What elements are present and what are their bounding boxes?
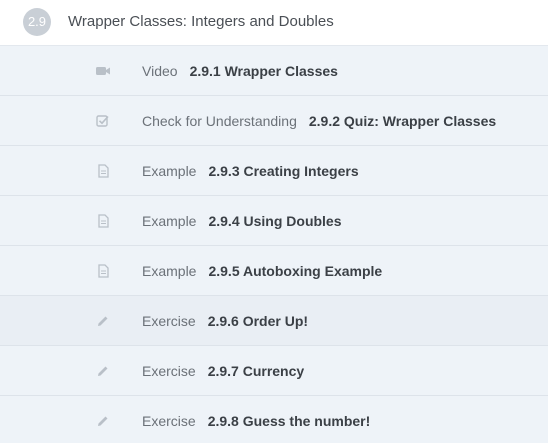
lesson-type: Check for Understanding xyxy=(142,113,297,129)
lesson-item[interactable]: Video 2.9.1 Wrapper Classes xyxy=(0,46,548,96)
document-icon xyxy=(95,264,111,278)
module-title[interactable]: Wrapper Classes: Integers and Doubles xyxy=(68,13,334,30)
lesson-name[interactable]: 2.9.6 Order Up! xyxy=(208,313,308,329)
checkbox-icon xyxy=(95,114,111,128)
course-outline: 2.9 Wrapper Classes: Integers and Double… xyxy=(0,0,548,443)
lesson-type: Exercise xyxy=(142,413,196,429)
lesson-name[interactable]: 2.9.2 Quiz: Wrapper Classes xyxy=(309,113,496,129)
lesson-item[interactable]: Exercise 2.9.6 Order Up! xyxy=(0,296,548,346)
pencil-icon xyxy=(95,364,111,378)
lesson-item[interactable]: Example 2.9.4 Using Doubles xyxy=(0,196,548,246)
lesson-type: Exercise xyxy=(142,363,196,379)
lesson-name[interactable]: 2.9.4 Using Doubles xyxy=(208,213,341,229)
pencil-icon xyxy=(95,314,111,328)
lesson-name[interactable]: 2.9.3 Creating Integers xyxy=(208,163,358,179)
pencil-icon xyxy=(95,414,111,428)
lesson-type: Exercise xyxy=(142,313,196,329)
lesson-name[interactable]: 2.9.1 Wrapper Classes xyxy=(190,63,338,79)
lesson-type: Example xyxy=(142,163,197,179)
lesson-type: Example xyxy=(142,263,197,279)
lesson-item[interactable]: Example 2.9.3 Creating Integers xyxy=(0,146,548,196)
lesson-type: Example xyxy=(142,213,197,229)
lesson-item[interactable]: Example 2.9.5 Autoboxing Example xyxy=(0,246,548,296)
document-icon xyxy=(95,164,111,178)
document-icon xyxy=(95,214,111,228)
lesson-item[interactable]: Check for Understanding 2.9.2 Quiz: Wrapp… xyxy=(0,96,548,146)
lesson-type: Video xyxy=(142,63,178,79)
module-number-badge: 2.9 xyxy=(23,8,51,36)
lesson-name[interactable]: 2.9.8 Guess the number! xyxy=(208,413,371,429)
module-header[interactable]: 2.9 Wrapper Classes: Integers and Double… xyxy=(0,0,548,46)
lesson-list: Video 2.9.1 Wrapper Classes Check for Und… xyxy=(0,46,548,443)
video-icon xyxy=(95,64,111,78)
lesson-name[interactable]: 2.9.5 Autoboxing Example xyxy=(208,263,382,279)
lesson-name[interactable]: 2.9.7 Currency xyxy=(208,363,305,379)
lesson-item[interactable]: Exercise 2.9.8 Guess the number! xyxy=(0,396,548,443)
lesson-item[interactable]: Exercise 2.9.7 Currency xyxy=(0,346,548,396)
